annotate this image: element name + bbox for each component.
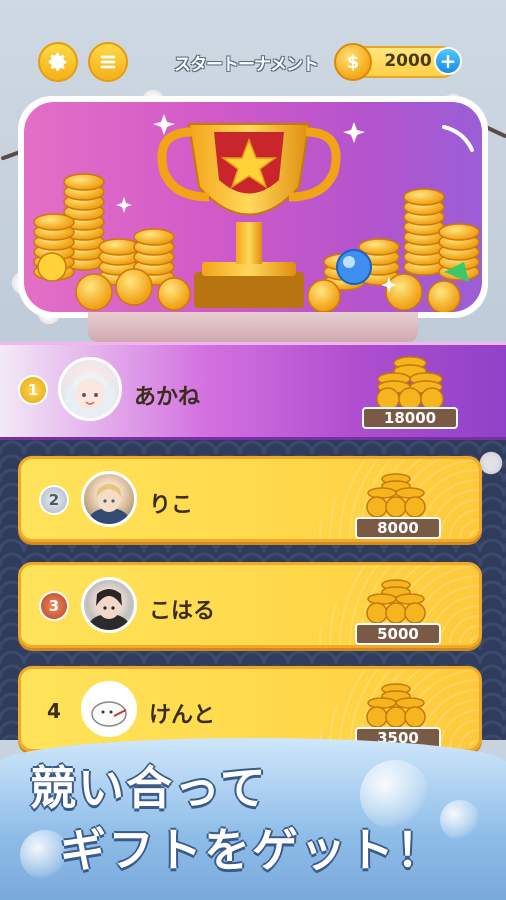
score-plate: 18000 [362,407,458,429]
player-name: りこ [149,493,194,518]
gold-medal-icon: 1 [18,375,48,405]
coin-balance: $ 2000 + [334,43,462,81]
score-plate: 8000 [355,517,441,539]
caption-line-2: ギフトをゲット！ [60,823,444,877]
coin-amount: 2000 [384,51,432,71]
coin-icon: $ [334,43,372,81]
avatar [81,577,137,633]
settings-button[interactable] [38,42,78,82]
player-name: あかね [134,385,201,410]
trophy-illustration [33,114,480,312]
avatar [81,681,137,737]
bubble [440,800,480,840]
player-name: こはる [149,599,216,624]
tournament-title: スタートーナメント [174,55,319,75]
player-name: けんと [149,703,216,728]
add-coins-button[interactable]: + [434,47,462,75]
banner-stand [88,312,418,342]
menu-button[interactable] [88,42,128,82]
gear-icon [48,52,67,71]
caption-line-1: 競い合って [30,761,268,815]
avatar [81,471,137,527]
trophy-banner [24,102,482,312]
coin-pile-icon [366,683,426,728]
coin-pile-icon [366,473,426,518]
silver-medal-icon: 2 [39,485,69,515]
coin-pile-icon [366,579,426,624]
leaderboard-row-2[interactable]: 2 りこ 8000 [18,456,482,542]
menu-icon [100,55,116,69]
coin-pile-icon [376,356,444,411]
leaderboard-row-3[interactable]: 3 こはる 5000 [18,562,482,648]
bronze-medal-icon: 3 [39,591,69,621]
score-plate: 5000 [355,623,441,645]
leaderboard-row-1[interactable]: 1 あかね 18000 [0,342,506,440]
avatar [58,357,122,421]
rank-number: 4 [47,699,61,723]
